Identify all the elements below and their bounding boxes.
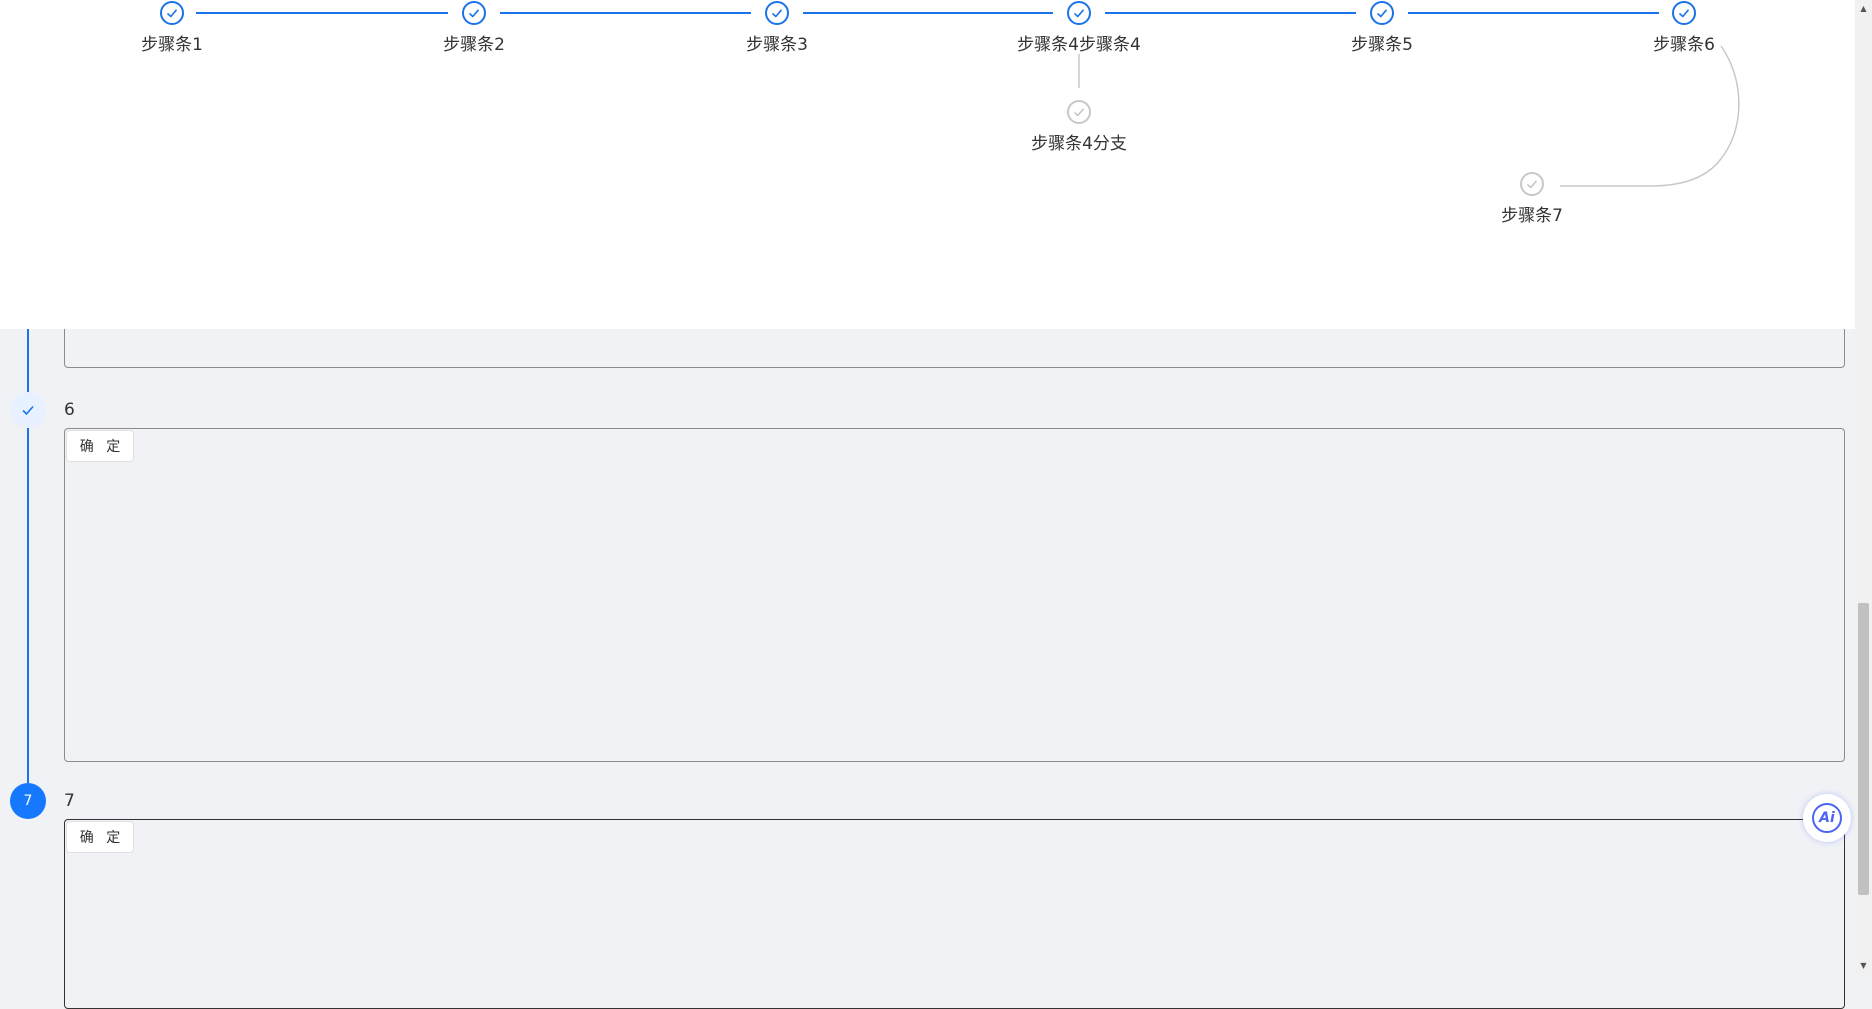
step-2[interactable]: 步骤条2 bbox=[404, 1, 544, 55]
ai-assistant-icon: Ai bbox=[1812, 803, 1842, 833]
step-3[interactable]: 步骤条3 bbox=[707, 1, 847, 55]
check-icon bbox=[22, 405, 34, 416]
step-4[interactable]: 步骤条4步骤条4 bbox=[1009, 1, 1149, 55]
timeline-step-6-title: 6 bbox=[64, 400, 75, 420]
check-icon bbox=[1678, 9, 1690, 18]
timeline-step-6-content-box: 确 定 bbox=[64, 428, 1845, 762]
timeline-connector-middle bbox=[27, 428, 29, 783]
timeline-step-6-node bbox=[10, 392, 46, 428]
step-7-branch[interactable]: 步骤条7 bbox=[1462, 172, 1602, 226]
step-4-branch-status bbox=[1067, 100, 1091, 124]
step-7-branch-status bbox=[1520, 172, 1544, 196]
step-1-status bbox=[160, 1, 184, 25]
check-icon bbox=[1073, 9, 1085, 18]
step-5[interactable]: 步骤条5 bbox=[1312, 1, 1452, 55]
step-6-confirm-button[interactable]: 确 定 bbox=[66, 430, 134, 462]
step-7-confirm-button[interactable]: 确 定 bbox=[66, 821, 134, 853]
step-5-label: 步骤条5 bbox=[1351, 35, 1413, 55]
step-3-label: 步骤条3 bbox=[746, 35, 808, 55]
scroll-down-arrow-icon[interactable]: ▼ bbox=[1855, 957, 1872, 974]
step-7-branch-label: 步骤条7 bbox=[1501, 206, 1563, 226]
step-4-branch-label: 步骤条4分支 bbox=[1031, 134, 1127, 154]
timeline-step-7-title: 7 bbox=[64, 791, 75, 811]
step-4-status bbox=[1067, 1, 1091, 25]
stepper-connectors bbox=[196, 12, 1740, 187]
check-icon bbox=[166, 9, 178, 18]
step-5-status bbox=[1370, 1, 1394, 25]
check-icon bbox=[771, 9, 783, 18]
vertical-scrollbar[interactable]: ▲ ▼ bbox=[1855, 0, 1872, 974]
step-1-label: 步骤条1 bbox=[141, 35, 203, 55]
branch-connector-6 bbox=[1560, 45, 1740, 187]
timeline-step-7-number: 7 bbox=[23, 793, 33, 809]
scrollbar-thumb[interactable] bbox=[1858, 603, 1869, 895]
ai-assistant-button[interactable]: Ai bbox=[1803, 794, 1851, 842]
timeline-connector-upper bbox=[27, 329, 29, 392]
step-2-status bbox=[462, 1, 486, 25]
step-4-branch[interactable]: 步骤条4分支 bbox=[1009, 100, 1149, 154]
step-6[interactable]: 步骤条6 bbox=[1614, 1, 1754, 55]
check-icon bbox=[468, 9, 480, 18]
step-6-label: 步骤条6 bbox=[1653, 35, 1715, 55]
timeline-step-7-node: 7 bbox=[10, 783, 46, 819]
horizontal-stepper-panel: 步骤条1 步骤条2 步骤条3 步骤条4步骤条4 步骤条5 步骤条6 步骤条4分支… bbox=[0, 0, 1855, 329]
step-4-label: 步骤条4步骤条4 bbox=[1017, 35, 1141, 55]
scroll-up-arrow-icon[interactable]: ▲ bbox=[1855, 0, 1872, 17]
step-6-status bbox=[1672, 1, 1696, 25]
step-3-status bbox=[765, 1, 789, 25]
timeline-step-7-content-box: 确 定 bbox=[64, 819, 1845, 1009]
ai-assistant-label: Ai bbox=[1819, 810, 1835, 826]
check-icon bbox=[1074, 108, 1085, 117]
step-2-label: 步骤条2 bbox=[443, 35, 505, 55]
check-icon bbox=[1527, 180, 1538, 189]
step-1[interactable]: 步骤条1 bbox=[102, 1, 242, 55]
check-icon bbox=[1376, 9, 1388, 18]
